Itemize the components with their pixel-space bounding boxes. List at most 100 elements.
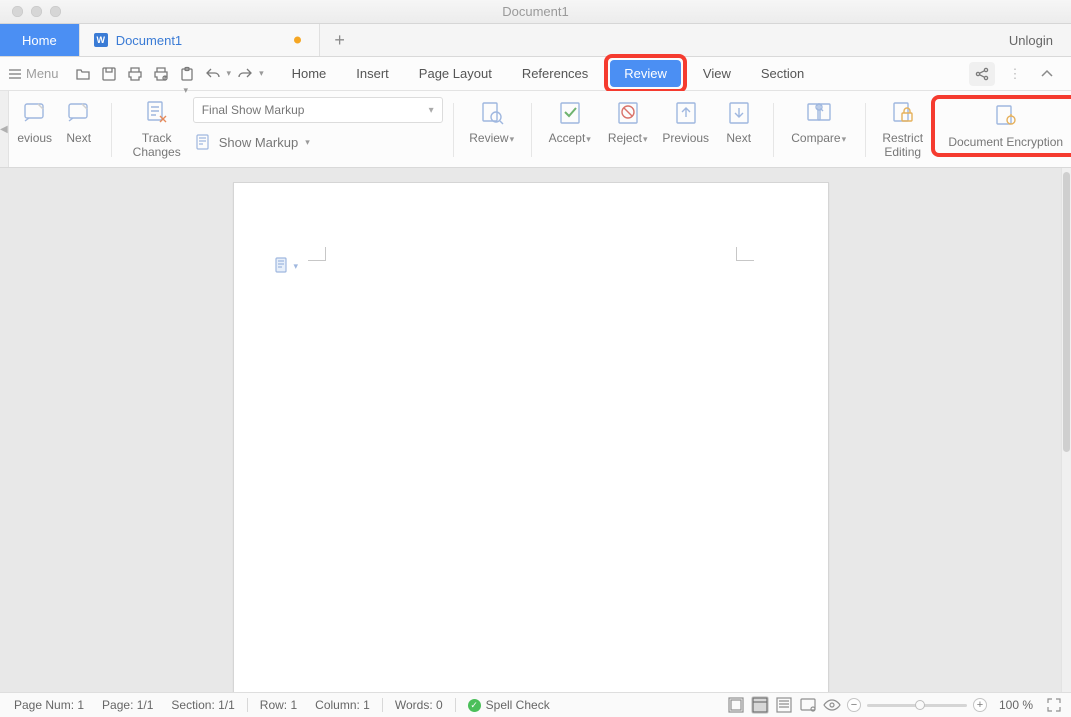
view-outline-icon[interactable]: [775, 696, 793, 714]
undo-icon[interactable]: [202, 63, 224, 85]
menu-review[interactable]: Review: [610, 60, 681, 87]
print-preview-icon[interactable]: [150, 63, 172, 85]
tab-document-label: Document1: [116, 33, 182, 48]
vertical-scrollbar[interactable]: [1061, 168, 1071, 692]
previous-comment-label: evious: [17, 131, 52, 145]
more-icon[interactable]: ⋮: [1004, 63, 1026, 85]
status-divider: [247, 698, 248, 712]
unsaved-indicator-icon: [294, 37, 301, 44]
tab-document[interactable]: W Document1: [80, 24, 320, 56]
paste-icon[interactable]: [176, 63, 198, 85]
side-panel-toggle[interactable]: ◀: [0, 91, 9, 167]
tab-spacer: [360, 24, 991, 56]
status-row[interactable]: Row: 1: [254, 698, 303, 712]
review-button[interactable]: Review▾: [463, 97, 521, 146]
view-reading-icon[interactable]: [799, 696, 817, 714]
print-icon[interactable]: [124, 63, 146, 85]
reject-label: Reject: [608, 131, 642, 145]
margin-corner-tr-icon: [736, 247, 754, 261]
show-markup-dropdown-icon: ▾: [305, 137, 310, 148]
zoom-level[interactable]: 100 %: [993, 698, 1039, 712]
restrict-editing-label: Restrict Editing: [882, 131, 923, 159]
status-divider: [382, 698, 383, 712]
menu-view[interactable]: View: [689, 60, 745, 87]
menu-section[interactable]: Section: [747, 60, 818, 87]
zoom-slider[interactable]: [867, 704, 967, 707]
tab-home[interactable]: Home: [0, 24, 80, 56]
next-comment-label: Next: [66, 131, 91, 145]
track-changes-dropdown-icon[interactable]: ▾: [183, 85, 188, 96]
spell-check-button[interactable]: ✓ Spell Check: [462, 698, 556, 712]
ribbon: ◀ evious Next Track Changes ▾ Final Show…: [0, 91, 1071, 168]
track-changes-label: Track Changes: [133, 131, 181, 159]
document-encryption-button[interactable]: Document Encryption: [937, 101, 1071, 149]
track-changes-button[interactable]: Track Changes ▾: [121, 97, 193, 159]
group-protect: Restrict Editing Document Encryption: [865, 97, 1071, 167]
document-encryption-label: Document Encryption: [948, 135, 1063, 149]
zoom-out-button[interactable]: −: [847, 698, 861, 712]
group-compare: Compare▾: [773, 97, 865, 167]
previous-change-button[interactable]: Previous: [657, 97, 715, 145]
accept-label: Accept: [549, 131, 586, 145]
menu-references[interactable]: References: [508, 60, 602, 87]
review-dropdown-icon: ▾: [510, 134, 515, 144]
share-button[interactable]: [969, 62, 995, 86]
menu-right-cluster: ⋮: [969, 62, 1065, 86]
save-icon[interactable]: [98, 63, 120, 85]
status-section[interactable]: Section: 1/1: [165, 698, 240, 712]
spell-check-label: Spell Check: [486, 698, 550, 712]
previous-comment-button[interactable]: evious: [13, 97, 57, 145]
menu-page-layout[interactable]: Page Layout: [405, 60, 506, 87]
show-markup-button[interactable]: Show Markup ▾: [193, 129, 443, 155]
next-comment-button[interactable]: Next: [57, 97, 101, 145]
zoom-in-button[interactable]: +: [973, 698, 987, 712]
status-divider: [455, 698, 456, 712]
status-page[interactable]: Page: 1/1: [96, 698, 159, 712]
accept-button[interactable]: Accept▾: [541, 97, 599, 146]
status-right: − + 100 %: [727, 696, 1063, 714]
display-mode-combo[interactable]: Final Show Markup ▾: [193, 97, 443, 123]
restrict-editing-button[interactable]: Restrict Editing: [875, 97, 931, 159]
document-area: ▾: [0, 168, 1071, 692]
window-title: Document1: [0, 4, 1071, 19]
undo-dropdown-icon[interactable]: ▾: [227, 68, 232, 79]
highlight-document-encryption: Document Encryption: [931, 95, 1071, 157]
margin-corner-tl-icon: [308, 247, 326, 261]
view-print-layout-icon[interactable]: [727, 696, 745, 714]
reject-button[interactable]: Reject▾: [599, 97, 657, 146]
login-button[interactable]: Unlogin: [991, 24, 1071, 56]
group-comments-nav: evious Next: [11, 97, 111, 167]
compare-button[interactable]: Compare▾: [783, 97, 855, 146]
tab-row: Home W Document1 + Unlogin: [0, 24, 1071, 57]
status-words[interactable]: Words: 0: [389, 698, 449, 712]
next-change-button[interactable]: Next: [715, 97, 763, 145]
eye-protection-icon[interactable]: [823, 696, 841, 714]
menu-label[interactable]: Menu: [26, 66, 59, 81]
accept-dropdown-icon: ▾: [586, 134, 591, 144]
status-column[interactable]: Column: 1: [309, 698, 376, 712]
tab-home-label: Home: [22, 33, 57, 48]
menu-insert[interactable]: Insert: [342, 60, 403, 87]
zoom-slider-thumb[interactable]: [915, 700, 925, 710]
scrollbar-thumb[interactable]: [1063, 172, 1070, 452]
open-icon[interactable]: [72, 63, 94, 85]
status-page-num[interactable]: Page Num: 1: [8, 698, 90, 712]
fit-page-icon[interactable]: [1045, 696, 1063, 714]
compare-label: Compare: [791, 131, 840, 145]
group-review: Review▾: [453, 97, 531, 167]
menu-home[interactable]: Home: [278, 60, 341, 87]
collapse-ribbon-icon[interactable]: [1036, 63, 1058, 85]
redo-icon[interactable]: [234, 63, 256, 85]
reject-dropdown-icon: ▾: [643, 134, 648, 144]
hamburger-icon[interactable]: [6, 66, 24, 82]
chevron-down-icon: ▾: [294, 261, 299, 272]
highlight-review-tab: Review: [604, 54, 687, 93]
new-tab-button[interactable]: +: [320, 24, 360, 56]
redo-dropdown-icon[interactable]: ▾: [259, 68, 264, 79]
compare-dropdown-icon: ▾: [842, 134, 847, 144]
document-page[interactable]: ▾: [233, 182, 829, 692]
page-options-button[interactable]: ▾: [274, 257, 299, 275]
show-markup-label: Show Markup: [219, 135, 298, 150]
previous-change-label: Previous: [662, 131, 709, 145]
view-web-layout-icon[interactable]: [751, 696, 769, 714]
